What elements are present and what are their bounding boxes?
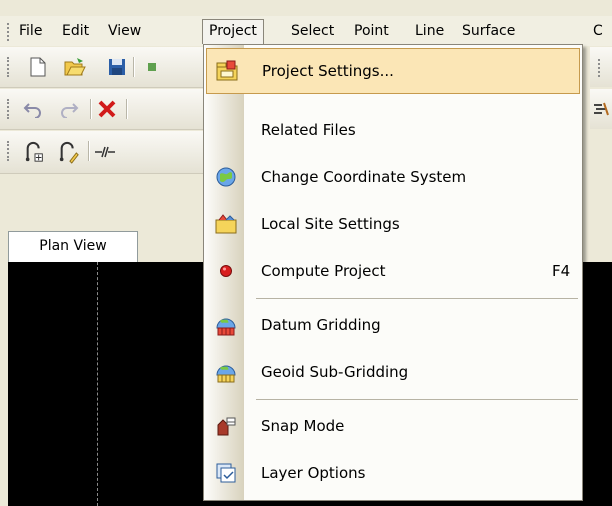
menu-c-truncated[interactable]: C	[587, 20, 609, 42]
toolbar-overflow	[590, 47, 612, 87]
menu-item-project-settings[interactable]: Project Settings...	[206, 48, 580, 94]
standard-toolbar	[0, 47, 222, 88]
menu-bar: File Edit View Project Select Point Line…	[0, 16, 612, 46]
menu-item-label: Geoid Sub-Gridding	[261, 363, 409, 381]
menu-project[interactable]: Project	[202, 19, 264, 44]
new-file-icon[interactable]	[27, 56, 49, 78]
special-tool-icon[interactable]	[590, 98, 612, 120]
shortcut-label: F4	[552, 262, 571, 280]
geoid-grid-icon	[214, 360, 238, 384]
toolbar-grip[interactable]	[7, 99, 12, 119]
dashed-guide-line	[97, 262, 98, 506]
menu-item-label: Compute Project	[261, 262, 386, 280]
toolbar-overflow	[590, 89, 612, 129]
datum-grid-icon	[214, 313, 238, 337]
toolbar-grip[interactable]	[7, 141, 12, 161]
menu-item-geoid-sub-gridding[interactable]: Geoid Sub-Gridding	[204, 348, 582, 396]
break-line-icon[interactable]	[94, 141, 116, 163]
menubar-grip[interactable]	[7, 23, 12, 41]
toolbar-separator	[88, 141, 90, 161]
menu-separator	[256, 298, 578, 299]
drawing-toolbar	[0, 131, 222, 174]
menu-item-label: Project Settings...	[262, 62, 394, 80]
layer-options-icon	[214, 461, 238, 485]
menu-item-label: Snap Mode	[261, 417, 345, 435]
menu-edit[interactable]: Edit	[56, 20, 95, 42]
open-folder-icon[interactable]	[64, 56, 86, 78]
project-menu: Project Settings... Related Files Change…	[203, 44, 583, 501]
menu-item-layer-options[interactable]: Layer Options	[204, 449, 582, 497]
menu-select[interactable]: Select	[285, 20, 340, 42]
menu-item-label: Datum Gridding	[261, 316, 381, 334]
project-settings-icon	[215, 59, 239, 83]
delete-icon[interactable]	[96, 98, 118, 120]
menu-line[interactable]: Line	[409, 20, 450, 42]
menu-surface[interactable]: Surface	[456, 20, 521, 42]
toolbar-grip[interactable]	[7, 57, 12, 77]
menu-item-snap-mode[interactable]: Snap Mode	[204, 402, 582, 450]
globe-icon	[214, 165, 238, 189]
menu-item-compute-project[interactable]: Compute Project F4	[204, 247, 582, 295]
menu-item-datum-gridding[interactable]: Datum Gridding	[204, 301, 582, 349]
menu-item-label: Layer Options	[261, 464, 366, 482]
toolbar-separator	[126, 99, 128, 119]
menu-item-label: Local Site Settings	[261, 215, 400, 233]
menu-file[interactable]: File	[13, 20, 48, 42]
menu-item-change-coordinate-system[interactable]: Change Coordinate System	[204, 153, 582, 201]
menu-separator	[256, 399, 578, 400]
menu-item-related-files[interactable]: Related Files	[204, 106, 582, 154]
curve-edit-icon[interactable]	[58, 141, 80, 164]
undo-icon[interactable]	[22, 98, 44, 120]
menu-item-label: Change Coordinate System	[261, 168, 467, 186]
edit-toolbar	[0, 89, 222, 130]
snap-mode-icon	[214, 414, 238, 438]
compute-dot-icon	[214, 259, 238, 283]
menu-point[interactable]: Point	[348, 20, 395, 42]
application-window: File Edit View Project Select Point Line…	[0, 0, 612, 506]
curve-tool-icon[interactable]	[24, 141, 46, 163]
local-site-icon	[214, 212, 238, 236]
toolbar-grip-right[interactable]	[598, 59, 602, 77]
toolbar-separator	[133, 57, 135, 77]
toolbar-tool-icon[interactable]	[140, 56, 162, 78]
redo-icon[interactable]	[58, 98, 80, 120]
menu-item-label: Related Files	[261, 121, 356, 139]
menu-view[interactable]: View	[102, 20, 147, 42]
tab-plan-view[interactable]: Plan View	[8, 231, 138, 262]
toolbar-separator	[90, 99, 92, 119]
menu-item-local-site-settings[interactable]: Local Site Settings	[204, 200, 582, 248]
save-disk-icon[interactable]	[106, 56, 128, 78]
